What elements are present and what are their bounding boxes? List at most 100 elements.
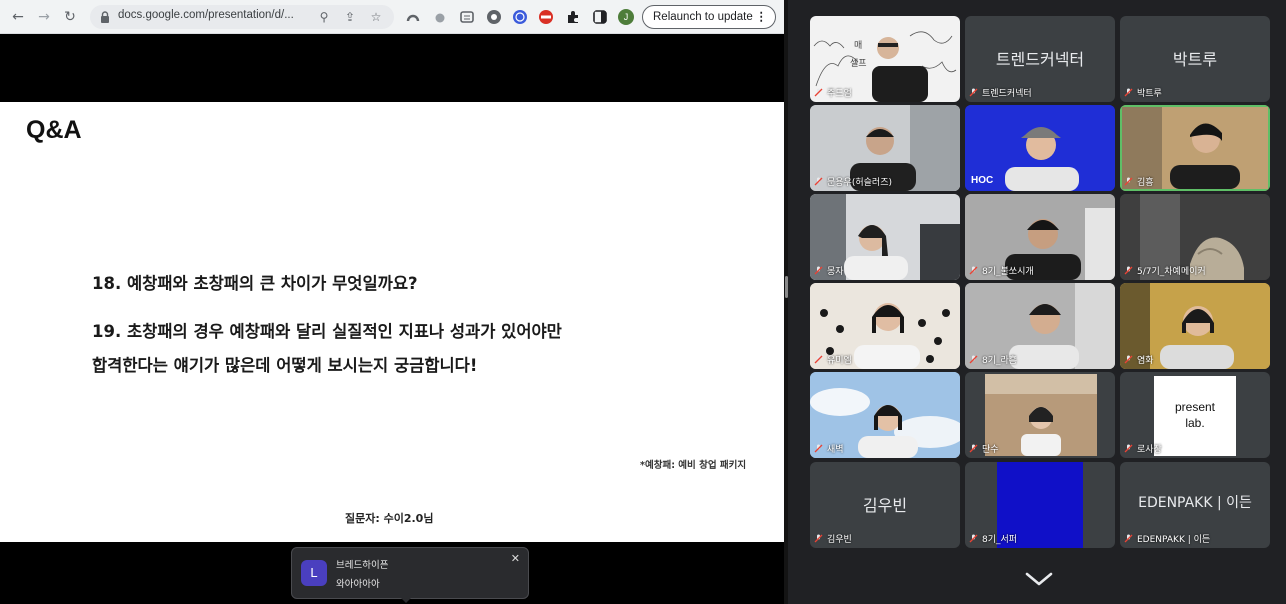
participant-name-large: 트렌드커넥터: [995, 50, 1085, 69]
mic-off-icon: [969, 266, 978, 275]
participant-tile[interactable]: 단수: [965, 372, 1115, 458]
chat-notification[interactable]: L 브레드하이픈 와아아아아 ✕: [291, 547, 529, 599]
participant-tile[interactable]: 몽자: [810, 194, 960, 280]
participant-name: 염화: [1124, 353, 1154, 366]
mic-off-icon: [1124, 444, 1133, 453]
mic-off-icon: [1124, 88, 1133, 97]
extension-arc-icon[interactable]: [405, 9, 421, 25]
hoc-overlay-text: HOC: [971, 175, 994, 186]
side-panel-icon[interactable]: [592, 9, 608, 25]
mic-off-icon: [1124, 177, 1133, 186]
participant-name: 로사장: [1124, 442, 1162, 455]
participant-tile[interactable]: present lab. 로사장: [1120, 372, 1270, 458]
chat-message: 와아아아아: [336, 579, 380, 590]
share-icon[interactable]: ⇪: [342, 9, 358, 25]
relaunch-label: Relaunch to update: [653, 11, 753, 23]
meeting-grid: 매 셀프 주드엄 트렌드커넥터 트렌드커넥터 박트루 박트루 문용우(허슬러즈): [788, 0, 1286, 604]
mic-off-icon: [1124, 534, 1133, 543]
logo-line-2: lab.: [1185, 416, 1205, 430]
relaunch-to-update-button[interactable]: Relaunch to update ⋮: [642, 5, 776, 29]
mic-off-icon: [969, 534, 978, 543]
presentation-slide: Q&A 18. 예창패와 초창패의 큰 차이가 무엇일까요? 19. 초창패의 …: [0, 102, 784, 542]
participant-name: 김우빈: [814, 532, 852, 545]
screen: ← → ↻ docs.google.com/presentation/d/...…: [0, 0, 1286, 604]
participant-name: 트렌드커넥터: [969, 86, 1032, 99]
tile-sign-text-2: 셀프: [850, 59, 867, 69]
browser-toolbar: ← → ↻ docs.google.com/presentation/d/...…: [0, 0, 784, 34]
question-19-line-2: 합격한다는 얘기가 많은데 어떻게 보시는지 궁금합니다!: [92, 356, 478, 375]
chat-avatar: L: [301, 560, 327, 586]
participant-tile[interactable]: 트렌드커넥터 트렌드커넥터: [965, 16, 1115, 102]
extension-reader-icon[interactable]: [459, 9, 475, 25]
participant-tile[interactable]: 8기_라흠: [965, 283, 1115, 369]
participant-name: 박트루: [1124, 86, 1162, 99]
participant-tile[interactable]: 박트루 박트루: [1120, 16, 1270, 102]
slide-asker: 질문자: 수이2.0님: [345, 512, 434, 525]
chevron-down-icon[interactable]: [1024, 570, 1054, 588]
mic-off-icon: [1124, 355, 1133, 364]
participant-name: 문용우(허슬러즈): [814, 175, 892, 188]
mic-off-icon: [814, 444, 823, 453]
mic-off-icon: [814, 355, 823, 364]
zoom-icon[interactable]: ⚲: [316, 9, 332, 25]
participant-tile[interactable]: HOC: [965, 105, 1115, 191]
address-bar[interactable]: docs.google.com/presentation/d/... ⚲ ⇪ ☆: [90, 5, 394, 29]
participant-tile[interactable]: 새벽: [810, 372, 960, 458]
participant-name: 5/7기_차예메이커: [1124, 264, 1206, 277]
participant-name: 몽자: [814, 264, 844, 277]
back-icon[interactable]: ←: [8, 7, 28, 27]
slide-footnote: *예창패: 예비 창업 패키지: [640, 460, 747, 471]
browser-window: ← → ↻ docs.google.com/presentation/d/...…: [0, 0, 784, 604]
extension-drop-icon[interactable]: [432, 9, 448, 25]
mic-off-icon: [814, 177, 823, 186]
participant-tile[interactable]: 8기_서퍼: [965, 462, 1115, 548]
close-icon[interactable]: ✕: [511, 552, 520, 565]
present-lab-logo: present lab.: [1154, 376, 1236, 456]
participant-name: 주드엄: [814, 86, 852, 99]
participant-name: 8기_불쏘시개: [969, 264, 1034, 277]
mic-off-icon: [969, 88, 978, 97]
reload-icon[interactable]: ↻: [60, 7, 80, 27]
question-18: 18. 예창패와 초창패의 큰 차이가 무엇일까요?: [92, 274, 418, 293]
participant-name-large: 박트루: [1172, 50, 1218, 69]
lock-icon: [101, 11, 109, 23]
extension-globe-icon[interactable]: [512, 9, 528, 25]
participant-name-large: 김우빈: [862, 496, 908, 515]
profile-avatar[interactable]: J: [618, 9, 634, 25]
mic-off-icon: [969, 444, 978, 453]
participant-name-large: EDENPAKK | 이든: [1138, 495, 1252, 511]
participant-tile[interactable]: 매 셀프 주드엄: [810, 16, 960, 102]
participant-name: 단수: [969, 442, 999, 455]
participant-tile[interactable]: 5/7기_차예메이커: [1120, 194, 1270, 280]
participant-name: 8기_서퍼: [969, 532, 1017, 545]
participant-name: 새벽: [814, 442, 844, 455]
chat-tail: [401, 598, 411, 603]
more-menu-icon[interactable]: ⋮: [756, 6, 768, 28]
participant-tile[interactable]: 유미엠: [810, 283, 960, 369]
slide-title: Q&A: [26, 116, 82, 144]
mic-off-icon: [814, 534, 823, 543]
extensions-puzzle-icon[interactable]: [565, 9, 581, 25]
logo-line-1: present: [1174, 400, 1216, 414]
participant-tile[interactable]: 8기_불쏘시개: [965, 194, 1115, 280]
url-text[interactable]: docs.google.com/presentation/d/...: [118, 9, 308, 25]
mic-off-icon: [1124, 266, 1133, 275]
mic-off-icon: [814, 88, 823, 97]
mic-off-icon: [814, 266, 823, 275]
participant-tile[interactable]: 염화: [1120, 283, 1270, 369]
participant-name: 8기_라흠: [969, 353, 1017, 366]
forward-icon[interactable]: →: [34, 7, 54, 27]
participant-tile[interactable]: 김우빈 김우빈: [810, 462, 960, 548]
participant-name: EDENPAKK | 이든: [1124, 532, 1210, 545]
tile-sign-text: 매: [854, 41, 863, 51]
extension-red-badge-icon[interactable]: [538, 9, 554, 25]
chat-sender: 브레드하이픈: [336, 560, 389, 571]
bookmark-star-icon[interactable]: ☆: [368, 9, 384, 25]
participant-name: 유미엠: [814, 353, 852, 366]
participant-tile[interactable]: 문용우(허슬러즈): [810, 105, 960, 191]
mic-off-icon: [969, 355, 978, 364]
participant-name: 김흥: [1124, 175, 1154, 188]
participant-tile[interactable]: 김흥: [1120, 105, 1270, 191]
extension-translate-icon[interactable]: [486, 9, 502, 25]
participant-tile[interactable]: EDENPAKK | 이든 EDENPAKK | 이든: [1120, 462, 1270, 548]
